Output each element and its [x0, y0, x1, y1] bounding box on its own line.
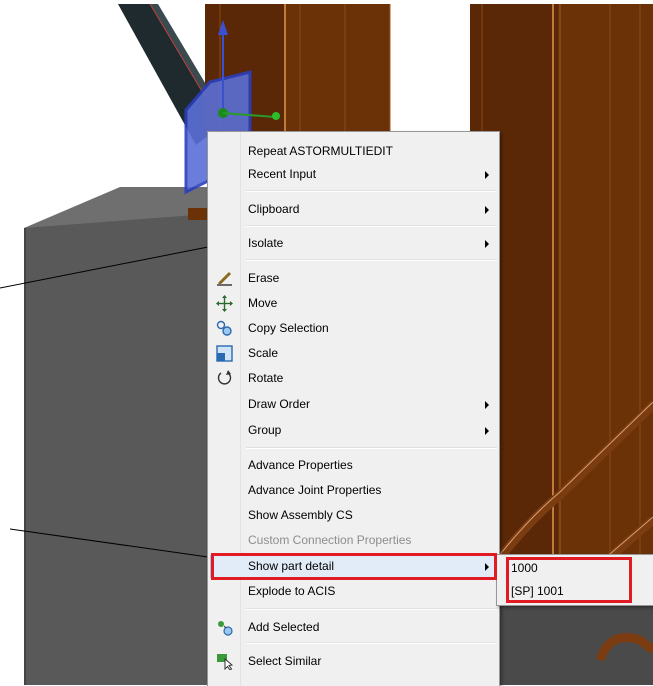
menu-item-move[interactable]: Move [210, 292, 497, 315]
menu-item-select-similar[interactable]: Select Similar [210, 650, 497, 673]
menu-item-label: Show Assembly CS [248, 508, 353, 522]
move-arrows-icon [216, 295, 233, 312]
annotation-highlight-submenu [506, 557, 632, 603]
menu-separator [246, 447, 497, 449]
menu-item-label: Advance Joint Properties [248, 483, 382, 497]
concrete-slab-front [24, 214, 208, 685]
copy-selection-icon [216, 320, 232, 336]
select-similar-icon [217, 654, 233, 670]
menu-separator [246, 642, 497, 644]
menu-item-copy-selection[interactable]: Copy Selection [210, 317, 497, 340]
menu-item-label: Add Selected [248, 620, 320, 634]
menu-item-show-assembly-cs[interactable]: Show Assembly CS [210, 504, 497, 527]
menu-item-label: Erase [248, 271, 280, 285]
context-menu: Repeat ASTORMULTIEDIT Recent Input Clipb… [207, 131, 500, 686]
menu-item-isolate[interactable]: Isolate [210, 232, 497, 255]
menu-item-label: Explode to ACIS [248, 584, 336, 598]
rotate-icon [217, 370, 232, 385]
menu-item-label: Draw Order [248, 397, 311, 411]
submenu-arrow-icon [485, 206, 489, 214]
menu-item-label: Advance Properties [248, 458, 353, 472]
submenu-arrow-icon [485, 171, 489, 179]
annotation-highlight-show-part-detail [211, 553, 497, 580]
add-selected-icon [218, 621, 233, 636]
menu-item-label: Repeat ASTORMULTIEDIT [248, 144, 393, 158]
menu-item-erase[interactable]: Erase [210, 267, 497, 290]
menu-item-repeat-astormultiedit[interactable]: Repeat ASTORMULTIEDIT [210, 140, 497, 163]
menu-item-group[interactable]: Group [210, 419, 497, 442]
menu-item-label: Recent Input [248, 167, 317, 181]
menu-separator [246, 190, 497, 192]
menu-item-explode-to-acis[interactable]: Explode to ACIS [210, 580, 497, 603]
menu-item-label: Group [248, 423, 282, 437]
menu-item-advance-joint-properties[interactable]: Advance Joint Properties [210, 479, 497, 502]
menu-separator [246, 225, 497, 227]
submenu-arrow-icon [485, 427, 489, 435]
menu-separator [246, 608, 497, 610]
menu-separator [246, 259, 497, 261]
eraser-brush-icon [217, 271, 232, 286]
scale-icon [216, 345, 233, 362]
submenu-arrow-icon [485, 240, 489, 248]
menu-item-custom-connection-properties: Custom Connection Properties [210, 529, 497, 552]
menu-item-label: Select Similar [248, 654, 322, 668]
menu-item-recent-input[interactable]: Recent Input [210, 163, 497, 186]
menu-item-clipboard[interactable]: Clipboard [210, 198, 497, 221]
menu-item-scale[interactable]: Scale [210, 342, 497, 365]
menu-item-advance-properties[interactable]: Advance Properties [210, 454, 497, 477]
menu-item-label: Clipboard [248, 202, 300, 216]
menu-item-label: Copy Selection [248, 321, 329, 335]
menu-item-label: Scale [248, 346, 279, 360]
menu-item-draw-order[interactable]: Draw Order [210, 393, 497, 416]
menu-item-label: Rotate [248, 371, 284, 385]
menu-item-add-selected[interactable]: Add Selected [210, 616, 497, 639]
submenu-arrow-icon [485, 401, 489, 409]
menu-item-label: Move [248, 296, 278, 310]
menu-item-label: Isolate [248, 236, 284, 250]
menu-item-label: Custom Connection Properties [248, 533, 412, 547]
menu-item-rotate[interactable]: Rotate [210, 367, 497, 390]
